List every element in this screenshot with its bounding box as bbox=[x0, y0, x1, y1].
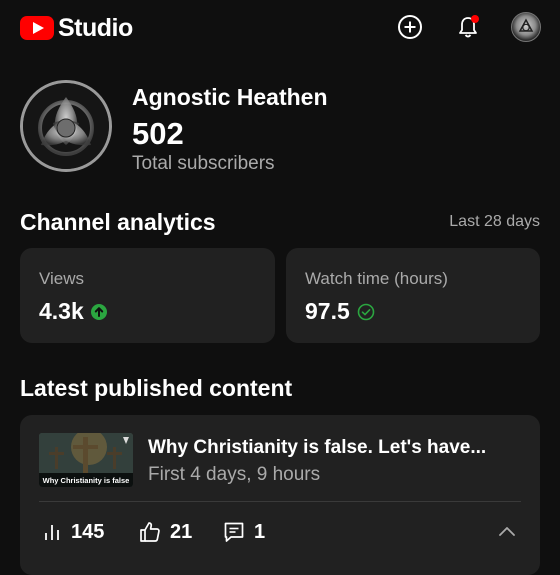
create-icon bbox=[398, 15, 422, 39]
app-name: Studio bbox=[58, 13, 133, 42]
video-title[interactable]: Why Christianity is false. Let's have... bbox=[148, 437, 528, 459]
watch-time-value-row: 97.5 bbox=[305, 298, 375, 325]
views-label: Views bbox=[39, 269, 85, 288]
channel-name: Agnostic Heathen bbox=[132, 84, 328, 110]
comment-icon bbox=[224, 522, 244, 542]
video-thumbnail[interactable]: Why Christianity is false bbox=[39, 433, 133, 487]
account-button[interactable] bbox=[511, 12, 541, 42]
bar-chart-icon bbox=[45, 525, 59, 540]
thumbnail-caption: Why Christianity is false bbox=[39, 473, 133, 487]
account-avatar bbox=[511, 12, 541, 42]
likes-stat-value: 21 bbox=[170, 520, 193, 543]
notification-dot bbox=[471, 15, 479, 23]
triquetra-logo-icon bbox=[23, 83, 109, 169]
views-value-row: 4.3k bbox=[39, 298, 108, 325]
watch-time-value: 97.5 bbox=[305, 298, 350, 324]
create-button[interactable] bbox=[395, 12, 425, 42]
notifications-button[interactable] bbox=[453, 12, 483, 42]
chevron-up-icon bbox=[499, 527, 515, 536]
views-stat-value: 145 bbox=[71, 520, 105, 543]
check-circle-icon bbox=[357, 303, 375, 320]
comments-stat-value: 1 bbox=[254, 520, 266, 543]
collapse-button[interactable] bbox=[496, 522, 518, 542]
channel-avatar[interactable] bbox=[20, 80, 112, 172]
divider bbox=[39, 501, 521, 502]
watch-time-card[interactable]: Watch time (hours) 97.5 bbox=[286, 248, 540, 343]
studio-logo[interactable]: Studio bbox=[20, 12, 133, 44]
video-period: First 4 days, 9 hours bbox=[148, 464, 321, 485]
analytics-title: Channel analytics bbox=[20, 209, 216, 235]
watch-time-label: Watch time (hours) bbox=[305, 269, 448, 288]
likes-stat: 21 bbox=[138, 518, 192, 546]
comments-stat: 1 bbox=[222, 518, 265, 546]
notifications-icon bbox=[459, 15, 479, 38]
subscriber-label: Total subscribers bbox=[132, 153, 275, 174]
views-stat: 145 bbox=[41, 518, 104, 546]
subscriber-count: 502 bbox=[132, 116, 184, 151]
views-value: 4.3k bbox=[39, 298, 84, 324]
views-card[interactable]: Views 4.3k bbox=[20, 248, 275, 343]
analytics-period[interactable]: Last 28 days bbox=[449, 213, 540, 231]
arrow-up-circle-icon bbox=[90, 303, 107, 320]
latest-content-title: Latest published content bbox=[20, 375, 293, 401]
thumbs-up-icon bbox=[140, 522, 160, 542]
youtube-play-icon bbox=[20, 16, 54, 40]
